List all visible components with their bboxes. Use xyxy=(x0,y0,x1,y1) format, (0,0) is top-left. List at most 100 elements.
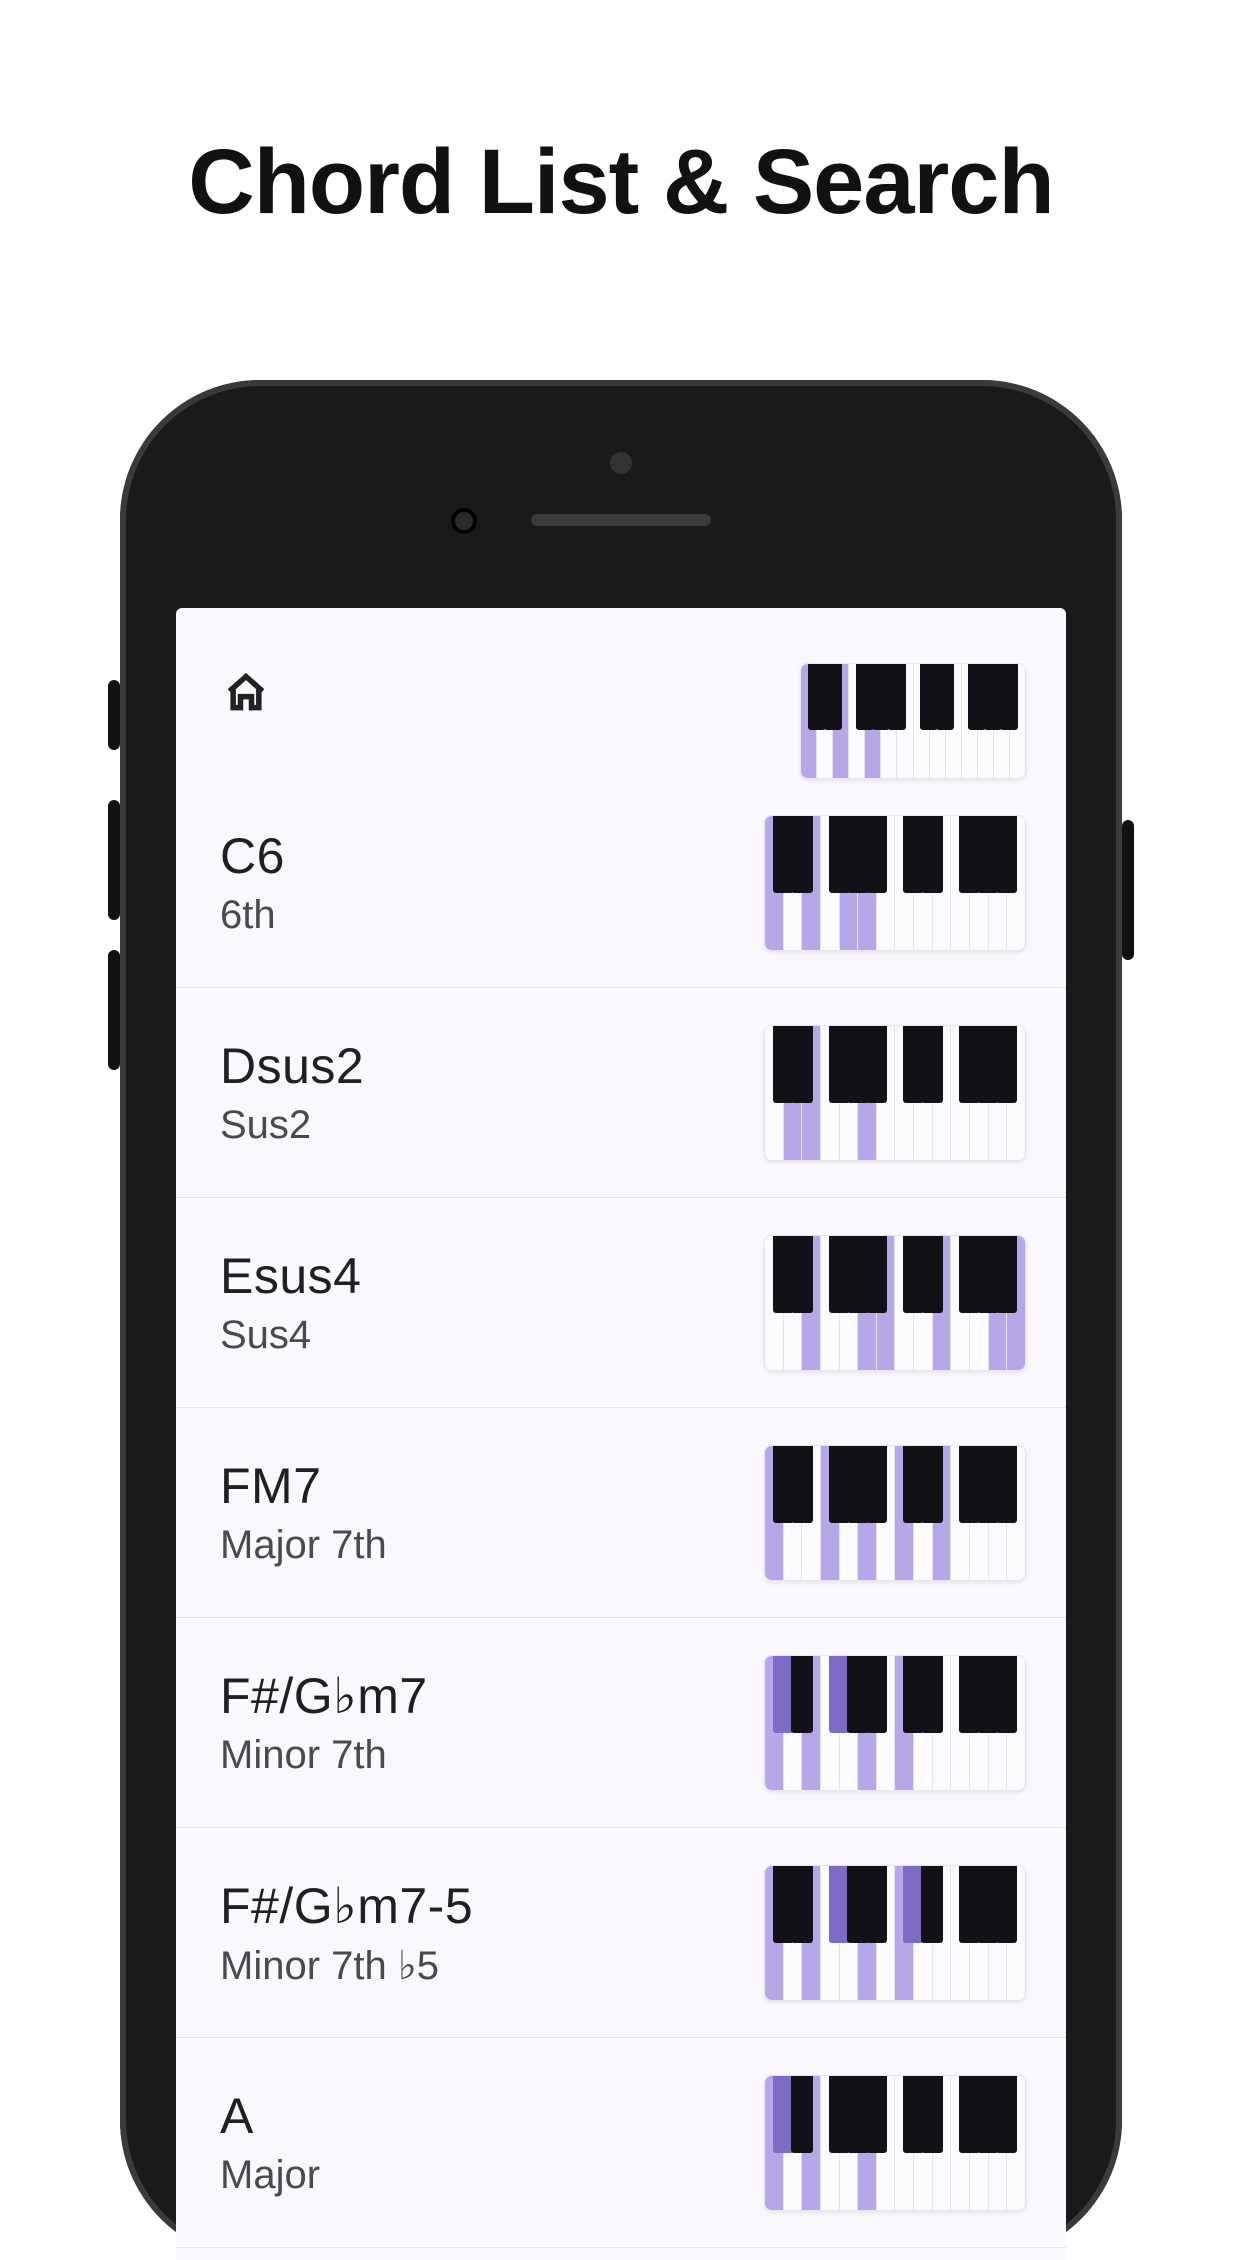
white-key xyxy=(1007,1446,1025,1580)
chord-row[interactable]: C66th xyxy=(176,778,1066,988)
header-keyboard-preview xyxy=(800,663,1026,779)
chord-name: FM7 xyxy=(220,1457,387,1515)
chord-subtitle: 6th xyxy=(220,893,285,938)
white-key xyxy=(784,1656,803,1790)
white-key xyxy=(849,664,865,778)
white-key xyxy=(801,664,817,778)
white-key xyxy=(877,1446,896,1580)
white-key xyxy=(970,1026,989,1160)
chord-row[interactable]: Esus4Sus4 xyxy=(176,1198,1066,1408)
white-key xyxy=(802,1236,821,1370)
white-key xyxy=(821,1236,840,1370)
white-key xyxy=(821,2076,840,2210)
phone-frame: C66th Dsus2Sus2 Esus4Sus4 FM7Major 7th F#/G♭… xyxy=(120,380,1122,2260)
white-key xyxy=(765,1446,784,1580)
white-key xyxy=(895,1866,914,2000)
chord-keyboard-preview xyxy=(764,1655,1026,1791)
white-key xyxy=(989,1866,1008,2000)
chord-keyboard-preview xyxy=(764,1235,1026,1371)
white-key xyxy=(989,1026,1008,1160)
chord-name: Dsus2 xyxy=(220,1037,364,1095)
white-key xyxy=(821,1026,840,1160)
phone-volume-up xyxy=(108,800,120,920)
white-key xyxy=(802,2076,821,2210)
home-button[interactable] xyxy=(216,663,276,723)
white-key xyxy=(989,2076,1008,2210)
chord-list[interactable]: C66th Dsus2Sus2 Esus4Sus4 FM7Major 7th F#/G♭… xyxy=(176,778,1066,2248)
white-key xyxy=(897,664,913,778)
chord-text: Esus4Sus4 xyxy=(220,1247,361,1358)
chord-name: F#/G♭m7 xyxy=(220,1667,428,1725)
white-key xyxy=(802,1026,821,1160)
phone-mute-switch xyxy=(108,680,120,750)
chord-text: FM7Major 7th xyxy=(220,1457,387,1568)
white-key xyxy=(821,1656,840,1790)
white-key xyxy=(914,1866,933,2000)
white-key xyxy=(895,1026,914,1160)
white-key xyxy=(989,816,1008,950)
app-header xyxy=(176,608,1066,778)
white-key xyxy=(914,1026,933,1160)
chord-name: A xyxy=(220,2087,320,2145)
white-key xyxy=(765,1656,784,1790)
white-key xyxy=(989,1446,1008,1580)
chord-text: C66th xyxy=(220,827,285,938)
chord-subtitle: Minor 7th ♭5 xyxy=(220,1943,473,1989)
white-key xyxy=(858,1446,877,1580)
white-key xyxy=(784,1866,803,2000)
chord-row[interactable]: F#/G♭m7-5 Minor 7th ♭5 xyxy=(176,1828,1066,2038)
white-key xyxy=(877,1236,896,1370)
white-key xyxy=(970,2076,989,2210)
white-key xyxy=(1007,816,1025,950)
white-key xyxy=(951,1656,970,1790)
white-key xyxy=(951,1026,970,1160)
white-key xyxy=(784,816,803,950)
white-key xyxy=(951,1236,970,1370)
phone-speaker xyxy=(531,514,711,526)
chord-keyboard-preview xyxy=(764,1025,1026,1161)
white-key xyxy=(840,1656,859,1790)
white-key xyxy=(833,664,849,778)
white-key xyxy=(858,1656,877,1790)
white-key xyxy=(951,1446,970,1580)
chord-row[interactable]: F#/G♭m7Minor 7th xyxy=(176,1618,1066,1828)
white-key xyxy=(933,1656,952,1790)
phone-power-button xyxy=(1122,820,1134,960)
chord-text: Dsus2Sus2 xyxy=(220,1037,364,1148)
white-key xyxy=(802,816,821,950)
chord-keyboard-preview xyxy=(764,1445,1026,1581)
white-key xyxy=(821,816,840,950)
white-key xyxy=(914,2076,933,2210)
white-key xyxy=(933,1236,952,1370)
white-key xyxy=(895,1446,914,1580)
chord-keyboard-preview xyxy=(764,2075,1026,2211)
white-key xyxy=(802,1866,821,2000)
white-key xyxy=(970,1656,989,1790)
white-key xyxy=(858,1236,877,1370)
white-key xyxy=(962,664,978,778)
white-key xyxy=(840,1236,859,1370)
white-key xyxy=(951,2076,970,2210)
white-key xyxy=(933,2076,952,2210)
chord-keyboard-preview xyxy=(764,1865,1026,2001)
white-key xyxy=(858,816,877,950)
chord-row[interactable]: FM7Major 7th xyxy=(176,1408,1066,1618)
white-key xyxy=(840,2076,859,2210)
chord-row[interactable]: Dsus2Sus2 xyxy=(176,988,1066,1198)
white-key xyxy=(784,1026,803,1160)
white-key xyxy=(821,1446,840,1580)
phone-proximity-sensor xyxy=(451,508,477,534)
white-key xyxy=(765,1866,784,2000)
white-key xyxy=(765,2076,784,2210)
chord-name: F#/G♭m7-5 xyxy=(220,1877,473,1935)
white-key xyxy=(877,1026,896,1160)
white-key xyxy=(802,1656,821,1790)
white-key xyxy=(1007,1026,1025,1160)
chord-keyboard-preview xyxy=(764,815,1026,951)
white-key xyxy=(784,1236,803,1370)
chord-row[interactable]: AMajor xyxy=(176,2038,1066,2248)
white-key xyxy=(946,664,962,778)
white-key xyxy=(840,816,859,950)
white-key xyxy=(914,1236,933,1370)
home-icon xyxy=(224,671,268,715)
